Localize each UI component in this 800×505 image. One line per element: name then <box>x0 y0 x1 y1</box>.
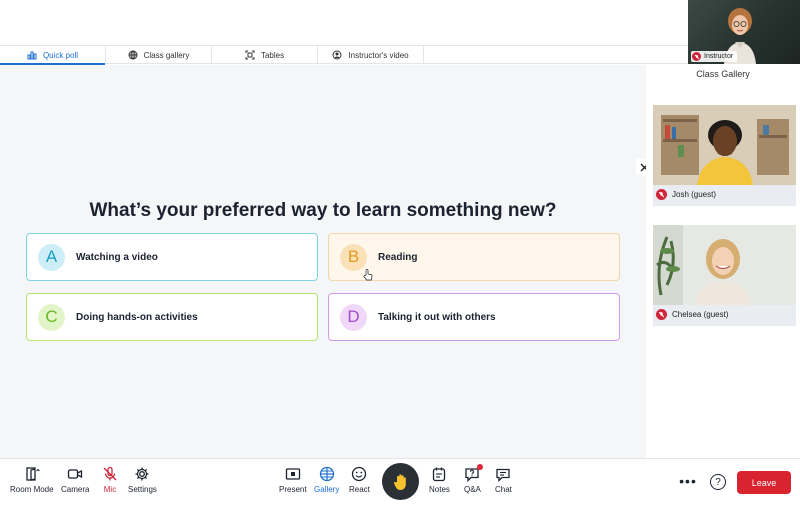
tool-label: Present <box>279 485 307 494</box>
top-bar: Quick poll Class gallery Tables Instruct… <box>0 0 688 65</box>
tab-label: Instructor's video <box>348 50 409 60</box>
instructor-video[interactable]: Instructor <box>688 0 800 64</box>
camera-icon <box>68 469 83 479</box>
tool-label: React <box>349 485 370 494</box>
tab-bar: Quick poll Class gallery Tables Instruct… <box>0 45 688 65</box>
tab-label: Tables <box>260 50 285 60</box>
option-letter: A <box>38 243 65 271</box>
tab-label: Quick poll <box>42 50 79 60</box>
user-circle-icon <box>332 50 342 60</box>
option-text: Watching a video <box>76 251 158 263</box>
leave-button[interactable]: Leave <box>737 471 791 494</box>
gallery-title: Class Gallery <box>696 69 750 79</box>
instructor-label: Instructor <box>691 51 738 62</box>
settings-button[interactable]: Settings <box>128 466 157 494</box>
option-letter: C <box>38 303 65 331</box>
bar-chart-icon <box>27 51 37 60</box>
option-text: Doing hands-on activities <box>76 311 198 323</box>
mic-off-icon <box>103 466 117 481</box>
present-button[interactable]: Present <box>279 466 307 494</box>
tool-label: Room Mode <box>10 485 54 494</box>
notification-dot <box>477 464 484 470</box>
chat-button[interactable]: Chat <box>495 466 512 494</box>
participant-video-chelsea <box>653 225 796 305</box>
mic-button[interactable]: Mic <box>102 466 118 494</box>
tab-tables[interactable]: Tables <box>212 46 318 64</box>
qa-button[interactable]: Q&A <box>464 464 484 494</box>
door-icon <box>26 467 40 481</box>
mic-muted-icon <box>656 309 667 320</box>
raise-hand-button[interactable] <box>382 463 419 500</box>
poll-option-d[interactable]: D Talking it out with others <box>328 293 620 341</box>
option-text: Talking it out with others <box>378 311 496 323</box>
poll-option-a[interactable]: A Watching a video <box>26 233 318 281</box>
option-letter: D <box>340 303 367 331</box>
tab-quick-poll[interactable]: Quick poll <box>0 46 106 65</box>
gallery-button[interactable]: Gallery <box>314 466 339 494</box>
class-gallery-panel: Class Gallery Josh (guest) Chelsea (gues… <box>646 65 800 458</box>
grid-globe-icon <box>128 50 138 60</box>
participant-name: Josh (guest) <box>672 190 717 199</box>
poll-stage: What’s your preferred way to learn somet… <box>0 65 646 458</box>
tab-instructors-video[interactable]: Instructor's video <box>318 46 424 64</box>
poll-question: What’s your preferred way to learn somet… <box>89 200 557 221</box>
participant-tile-chelsea[interactable]: Chelsea (guest) <box>653 225 796 326</box>
expand-frame-icon <box>245 50 255 60</box>
camera-button[interactable]: Camera <box>61 466 89 494</box>
participant-name-label: Josh (guest) <box>656 189 716 200</box>
participant-name: Chelsea (guest) <box>672 310 729 319</box>
notes-icon <box>433 467 446 482</box>
tool-label: Q&A <box>464 485 481 494</box>
smiley-icon <box>352 466 367 482</box>
tool-label: Settings <box>128 485 157 494</box>
tool-label: Mic <box>103 485 117 494</box>
participant-name-label: Chelsea (guest) <box>656 309 728 320</box>
react-button[interactable]: React <box>349 466 370 494</box>
raise-hand-icon <box>393 473 406 490</box>
help-button[interactable]: ? <box>710 474 726 490</box>
chat-bubble-icon <box>496 468 511 482</box>
grid-globe-icon <box>319 466 334 482</box>
qa-icon-wrap <box>464 464 484 483</box>
present-screen-icon <box>285 468 300 480</box>
tool-label: Chat <box>495 485 512 494</box>
app-window: Quick poll Class gallery Tables Instruct… <box>0 0 800 505</box>
option-letter: B <box>340 243 367 271</box>
hand-pointer-cursor-icon <box>363 269 373 281</box>
tab-label: Class gallery <box>143 50 190 60</box>
tab-class-gallery[interactable]: Class gallery <box>106 46 212 64</box>
tool-label: Gallery <box>314 485 340 494</box>
tool-label: Notes <box>429 485 450 494</box>
participant-tile-josh[interactable]: Josh (guest) <box>653 105 796 206</box>
notes-button[interactable]: Notes <box>429 466 450 494</box>
tool-label: Camera <box>61 485 90 494</box>
poll-option-c[interactable]: C Doing hands-on activities <box>26 293 318 341</box>
option-text: Reading <box>378 251 418 263</box>
participant-video-josh <box>653 105 796 185</box>
more-options-button[interactable]: ••• <box>679 473 696 489</box>
gear-icon <box>135 467 149 481</box>
room-mode-button[interactable]: Room Mode <box>10 466 54 494</box>
mic-muted-icon <box>656 189 667 200</box>
mic-muted-icon <box>692 52 701 61</box>
bottom-toolbar: Room Mode Camera Mic Settings Present Ga… <box>0 458 800 505</box>
instructor-name: Instructor <box>704 53 734 60</box>
